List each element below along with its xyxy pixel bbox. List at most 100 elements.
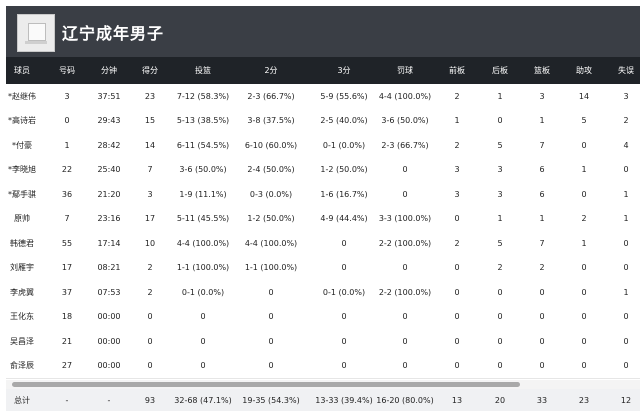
stat-cell: 0 (341, 312, 347, 322)
stat-cell: 00:00 (97, 312, 121, 322)
stat-cell: 5-9 (55.6%) (320, 91, 368, 101)
stat-cell: 3-3 (100.0%) (378, 214, 432, 224)
stat-cell: 0 (539, 361, 545, 371)
stat-cell: 18 (61, 312, 73, 322)
stat-cell: 0 (454, 336, 460, 346)
table-row: *赵继伟 3 37:51 23 7-12 (58.3%) 2-3 (66.7%) 5-9 (… (6, 84, 640, 110)
stat-cell: 0 (581, 189, 587, 199)
table-row: 原帅 7 23:16 17 5-11 (45.5%) 1-2 (50.0%) 4-9 (44… (6, 206, 640, 232)
stat-cell: 4-4 (100.0%) (176, 238, 230, 248)
stat-cell: 4 (623, 140, 629, 150)
stat-cell: 0 (623, 312, 629, 322)
stat-cell: 0 (341, 238, 347, 248)
stat-cell: 0-3 (0.0%) (249, 189, 293, 199)
stat-cell: 7 (539, 238, 545, 248)
stat-cell: 0 (341, 361, 347, 371)
stat-cell: 17 (61, 263, 73, 273)
total-cell: 20 (494, 395, 506, 405)
stat-cell: 5 (581, 116, 587, 126)
stat-cell: 22 (61, 165, 73, 175)
stat-cell: 08:21 (97, 263, 121, 273)
stat-cell: 14 (578, 91, 590, 101)
column-header: 失误 (618, 66, 634, 75)
stat-cell: 0 (581, 312, 587, 322)
stat-cell: 0 (581, 287, 587, 297)
stat-cell: 14 (144, 140, 156, 150)
stat-cell: 7 (539, 140, 545, 150)
stat-cell: 17:14 (97, 238, 121, 248)
stat-cell: 6-10 (60.0%) (244, 140, 298, 150)
stat-cell: 2 (147, 263, 153, 273)
table-row: *付豪 1 28:42 14 6-11 (54.5%) 6-10 (60.0%) 0-1 (… (6, 133, 640, 159)
stat-cell: 1 (64, 140, 70, 150)
stat-cell: 3 (454, 165, 460, 175)
table-header: 球员 号码 分钟 得分 投篮 2分 3分 罚球 前板 后板 篮板 助攻 失误 (6, 57, 640, 84)
scroll-thumb[interactable] (12, 382, 520, 387)
table-row: 吴昌泽 21 00:00 0 0 0 0 0 0 0 0 0 0 (6, 329, 640, 355)
stat-cell: 6 (539, 189, 545, 199)
column-header: 前板 (449, 66, 465, 75)
stat-cell: 7-12 (58.3%) (176, 91, 230, 101)
stat-cell: 0-1 (0.0%) (181, 287, 225, 297)
stat-cell: 3 (147, 189, 153, 199)
stat-cell: 0 (147, 361, 153, 371)
stat-cell: 0 (268, 312, 274, 322)
stat-cell: 0 (454, 312, 460, 322)
total-cell: 33 (536, 395, 548, 405)
stat-cell: 23 (144, 91, 156, 101)
total-cell: 23 (578, 395, 590, 405)
stat-cell: 6 (539, 165, 545, 175)
stat-cell: 5 (497, 238, 503, 248)
column-header: 投篮 (195, 66, 211, 75)
stat-cell: 2 (454, 238, 460, 248)
stat-cell: 0 (581, 140, 587, 150)
stat-cell: 1 (497, 214, 503, 224)
stat-cell: 0 (454, 361, 460, 371)
stat-cell: 1-1 (100.0%) (244, 263, 298, 273)
stat-cell: 3 (539, 91, 545, 101)
stat-cell: 37 (61, 287, 73, 297)
player-name: *付豪 (12, 140, 32, 150)
stat-cell: 2-2 (100.0%) (378, 287, 432, 297)
stat-cell: 1 (581, 165, 587, 175)
total-cell: 13-33 (39.4%) (315, 395, 373, 405)
stat-cell: 0 (268, 287, 274, 297)
stat-cell: 0 (623, 361, 629, 371)
column-header: 3分 (337, 66, 351, 75)
player-name: *李晓旭 (8, 165, 36, 175)
player-name: 韩德君 (10, 238, 34, 248)
stat-cell: 4-9 (44.4%) (320, 214, 368, 224)
stat-cell: 2 (497, 263, 503, 273)
table-row: 刘雁宇 17 08:21 2 1-1 (100.0%) 1-1 (100.0%) 0 0 0 2 2… (6, 255, 640, 281)
stat-cell: 29:43 (97, 116, 121, 126)
player-name: 原帅 (14, 214, 30, 224)
stat-cell: 0 (454, 263, 460, 273)
total-cell: 16-20 (80.0%) (376, 395, 434, 405)
stat-cell: 15 (144, 116, 156, 126)
stat-cell: 0 (623, 238, 629, 248)
stat-cell: 0 (539, 312, 545, 322)
stat-cell: 1 (623, 189, 629, 199)
stat-cell: 3 (623, 91, 629, 101)
stat-cell: 3 (497, 189, 503, 199)
stat-cell: 0 (581, 361, 587, 371)
stat-cell: 0 (402, 263, 408, 273)
total-cell: 13 (451, 395, 463, 405)
total-cell: 19-35 (54.3%) (242, 395, 300, 405)
column-header: 助攻 (576, 66, 592, 75)
column-header: 得分 (142, 66, 158, 75)
player-name: *高诗岩 (8, 116, 36, 126)
table-row: 王化东 18 00:00 0 0 0 0 0 0 0 0 0 0 (6, 304, 640, 330)
stat-cell: 2 (454, 140, 460, 150)
stat-cell: 5 (497, 140, 503, 150)
stat-cell: 0 (64, 116, 70, 126)
stat-cell: 0 (268, 336, 274, 346)
stat-cell: 0-1 (0.0%) (322, 287, 366, 297)
stat-cell: 0 (147, 312, 153, 322)
stat-cell: 7 (64, 214, 70, 224)
horizontal-scrollbar[interactable] (6, 380, 640, 389)
table-row: *李晓旭 22 25:40 7 3-6 (50.0%) 2-4 (50.0%) 1-2 (5… (6, 157, 640, 183)
stat-cell: 0 (402, 336, 408, 346)
stat-cell: 07:53 (97, 287, 121, 297)
stat-cell: 0 (623, 263, 629, 273)
